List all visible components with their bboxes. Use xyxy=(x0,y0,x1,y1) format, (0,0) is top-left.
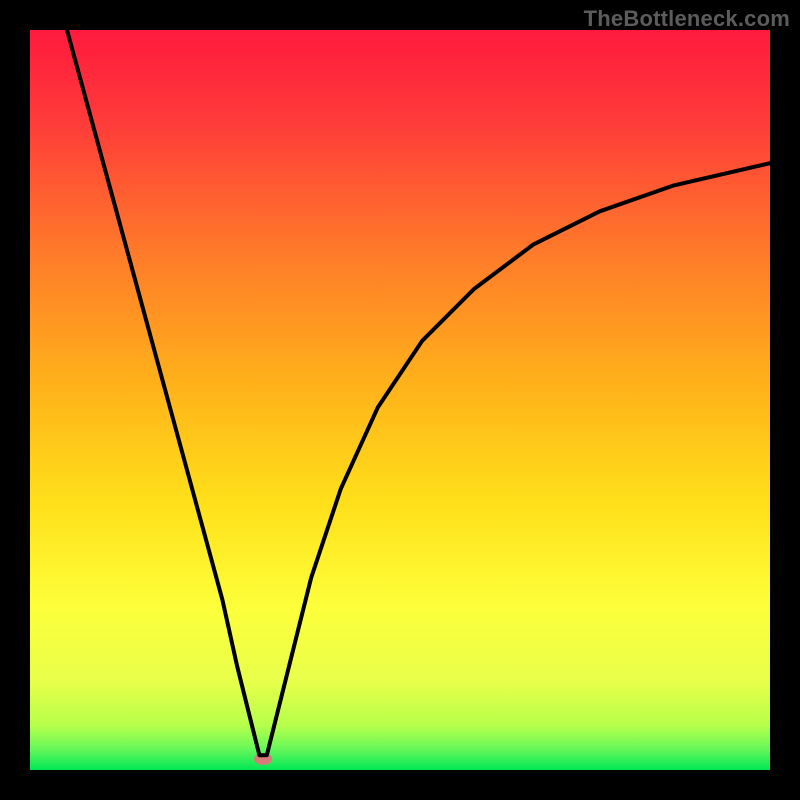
plot-area xyxy=(30,30,770,770)
gradient-background xyxy=(30,30,770,770)
chart-canvas xyxy=(30,30,770,770)
watermark-text: TheBottleneck.com xyxy=(584,6,790,32)
chart-frame: TheBottleneck.com xyxy=(0,0,800,800)
